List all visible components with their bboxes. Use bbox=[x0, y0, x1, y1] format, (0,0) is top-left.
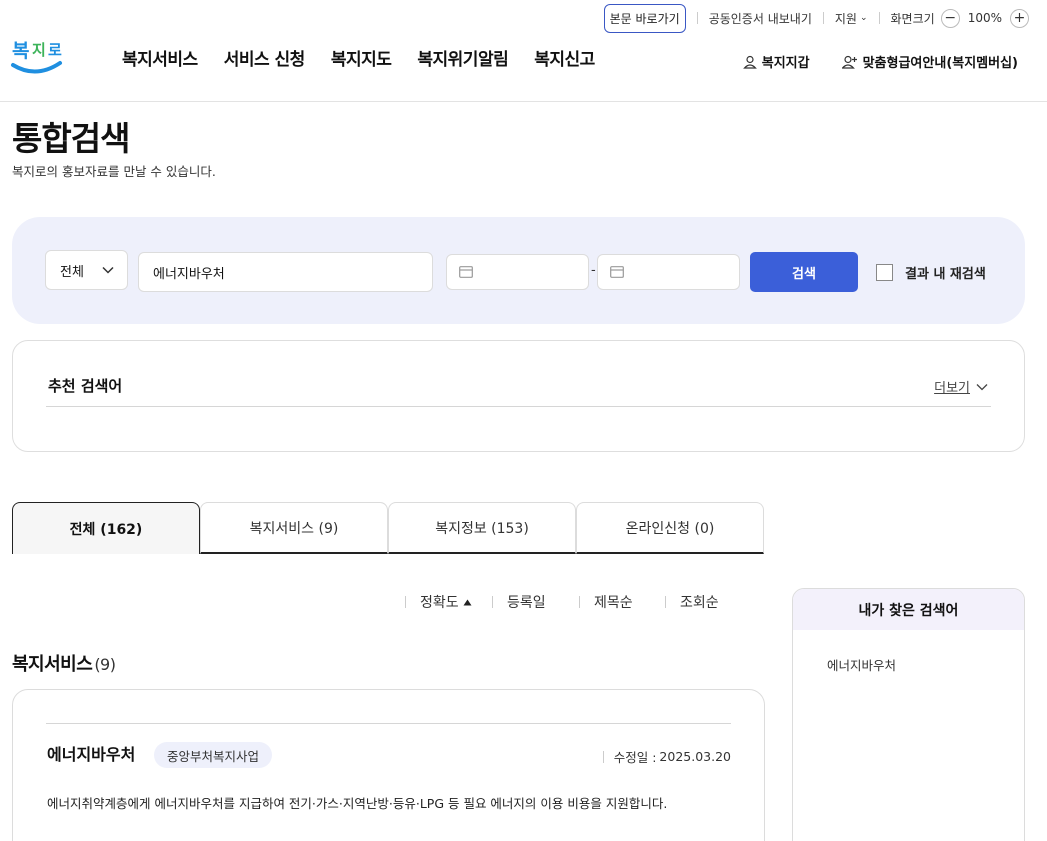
section-title: 복지서비스 (9) bbox=[12, 650, 116, 676]
date-to-field[interactable] bbox=[597, 254, 740, 290]
section-count: (9) bbox=[94, 655, 116, 674]
sort-title-label: 제목순 bbox=[594, 595, 633, 611]
date-separator: - bbox=[591, 263, 596, 278]
my-searches-title: 내가 찾은 검색어 bbox=[793, 589, 1024, 630]
membership-link[interactable]: 맞춤형급여안내(복지멤버십) bbox=[841, 52, 1018, 71]
svg-text:지: 지 bbox=[32, 41, 46, 59]
divider bbox=[665, 596, 666, 608]
section-title-label: 복지서비스 bbox=[12, 654, 93, 675]
svg-text:로: 로 bbox=[48, 41, 62, 59]
svg-text:복: 복 bbox=[12, 40, 29, 62]
main-nav: 복지서비스 서비스 신청 복지지도 복지위기알림 복지신고 bbox=[122, 45, 595, 70]
sort-up-icon bbox=[463, 599, 472, 605]
sort-accuracy[interactable]: 정확도 bbox=[405, 592, 472, 612]
bokjiro-logo-icon: 복 지 로 bbox=[11, 40, 62, 74]
nav-item-service-apply[interactable]: 서비스 신청 bbox=[224, 45, 306, 70]
divider bbox=[602, 750, 604, 763]
sort-date[interactable]: 등록일 bbox=[492, 592, 546, 612]
result-tabs: 전체 (162) 복지서비스 (9) 복지정보 (153) 온라인신청 (0) bbox=[12, 502, 764, 554]
research-checkbox[interactable] bbox=[876, 264, 893, 281]
divider bbox=[46, 723, 731, 724]
calendar-icon[interactable] bbox=[610, 266, 624, 278]
user-icon bbox=[742, 55, 757, 69]
recommended-keywords-panel: 추천 검색어 더보기 bbox=[12, 340, 1025, 452]
result-title[interactable]: 에너지바우처 bbox=[47, 741, 135, 765]
nav-item-welfare-service[interactable]: 복지서비스 bbox=[122, 45, 198, 70]
category-selected-value: 전체 bbox=[60, 264, 84, 280]
divider bbox=[579, 596, 580, 608]
category-badge: 중앙부처복지사업 bbox=[154, 742, 273, 768]
divider bbox=[696, 12, 698, 24]
tab-welfare-info[interactable]: 복지정보 (153) bbox=[388, 502, 576, 554]
tab-online-apply[interactable]: 온라인신청 (0) bbox=[576, 502, 764, 554]
page-title: 통합검색 bbox=[12, 119, 130, 158]
modified-label: 수정일 : bbox=[613, 750, 657, 765]
divider bbox=[822, 12, 824, 24]
modified-date: 수정일 : 2025.03.20 bbox=[602, 747, 731, 766]
skip-to-content-link[interactable]: 본문 바로가기 bbox=[603, 3, 686, 33]
cert-export-link[interactable]: 공동인증서 내보내기 bbox=[709, 10, 812, 27]
date-from-field[interactable] bbox=[446, 254, 589, 290]
chevron-down-icon: ⌄ bbox=[859, 13, 868, 23]
more-button[interactable]: 더보기 bbox=[934, 377, 988, 396]
search-panel: 전체 - 검색 결과 내 재검색 bbox=[12, 217, 1025, 324]
sort-title[interactable]: 제목순 bbox=[579, 592, 633, 612]
my-searches-panel: 내가 찾은 검색어 에너지바우처 bbox=[792, 588, 1025, 841]
user-plus-icon bbox=[841, 55, 857, 69]
divider bbox=[405, 596, 406, 608]
tab-all[interactable]: 전체 (162) bbox=[12, 502, 200, 554]
utility-bar: 본문 바로가기 공동인증서 내보내기 지원 ⌄ 화면크기 − 100% + bbox=[603, 3, 1029, 33]
recommended-keywords-title: 추천 검색어 bbox=[48, 377, 123, 395]
calendar-icon[interactable] bbox=[459, 266, 473, 278]
nav-item-crisis-alert[interactable]: 복지위기알림 bbox=[417, 45, 508, 70]
research-checkbox-label[interactable]: 결과 내 재검색 bbox=[905, 263, 986, 282]
zoom-value: 100% bbox=[967, 11, 1002, 25]
zoom-out-button[interactable]: − bbox=[940, 8, 960, 28]
modified-value: 2025.03.20 bbox=[659, 749, 731, 764]
search-button[interactable]: 검색 bbox=[750, 252, 858, 292]
chevron-down-icon bbox=[102, 266, 114, 274]
support-menu[interactable]: 지원 ⌄ bbox=[835, 10, 868, 27]
chevron-down-icon bbox=[976, 383, 988, 390]
wallet-link[interactable]: 복지지갑 bbox=[742, 52, 810, 71]
page-description: 복지로의 홍보자료를 만날 수 있습니다. bbox=[12, 164, 216, 179]
membership-label: 맞춤형급여안내(복지멤버십) bbox=[862, 56, 1018, 71]
divider bbox=[878, 12, 880, 24]
sort-date-label: 등록일 bbox=[507, 595, 546, 611]
more-label: 더보기 bbox=[934, 381, 970, 396]
header-divider bbox=[0, 101, 1047, 102]
logo[interactable]: 복 지 로 bbox=[10, 33, 64, 79]
result-card[interactable]: 에너지바우처 중앙부처복지사업 수정일 : 2025.03.20 에너지취약계층… bbox=[12, 689, 765, 841]
tab-welfare-service[interactable]: 복지서비스 (9) bbox=[200, 502, 388, 554]
nav-item-welfare-map[interactable]: 복지지도 bbox=[331, 45, 392, 70]
support-label: 지원 bbox=[834, 11, 857, 26]
wallet-label: 복지지갑 bbox=[761, 56, 810, 71]
screen-size-label: 화면크기 bbox=[890, 11, 935, 26]
search-input[interactable] bbox=[138, 252, 433, 292]
sort-accuracy-label: 정확도 bbox=[420, 595, 459, 611]
my-search-item[interactable]: 에너지바우처 bbox=[827, 655, 896, 674]
zoom-in-button[interactable]: + bbox=[1010, 8, 1029, 28]
nav-item-welfare-report[interactable]: 복지신고 bbox=[534, 45, 595, 70]
divider bbox=[46, 406, 991, 407]
category-select[interactable]: 전체 bbox=[45, 250, 128, 290]
sort-views-label: 조회순 bbox=[680, 595, 719, 611]
header-user-menu: 복지지갑 맞춤형급여안내(복지멤버십) bbox=[742, 52, 1018, 71]
result-description: 에너지취약계층에게 에너지바우처를 지급하여 전기·가스·지역난방·등유·LPG… bbox=[47, 796, 668, 811]
sort-views[interactable]: 조회순 bbox=[665, 592, 719, 612]
divider bbox=[492, 596, 493, 608]
